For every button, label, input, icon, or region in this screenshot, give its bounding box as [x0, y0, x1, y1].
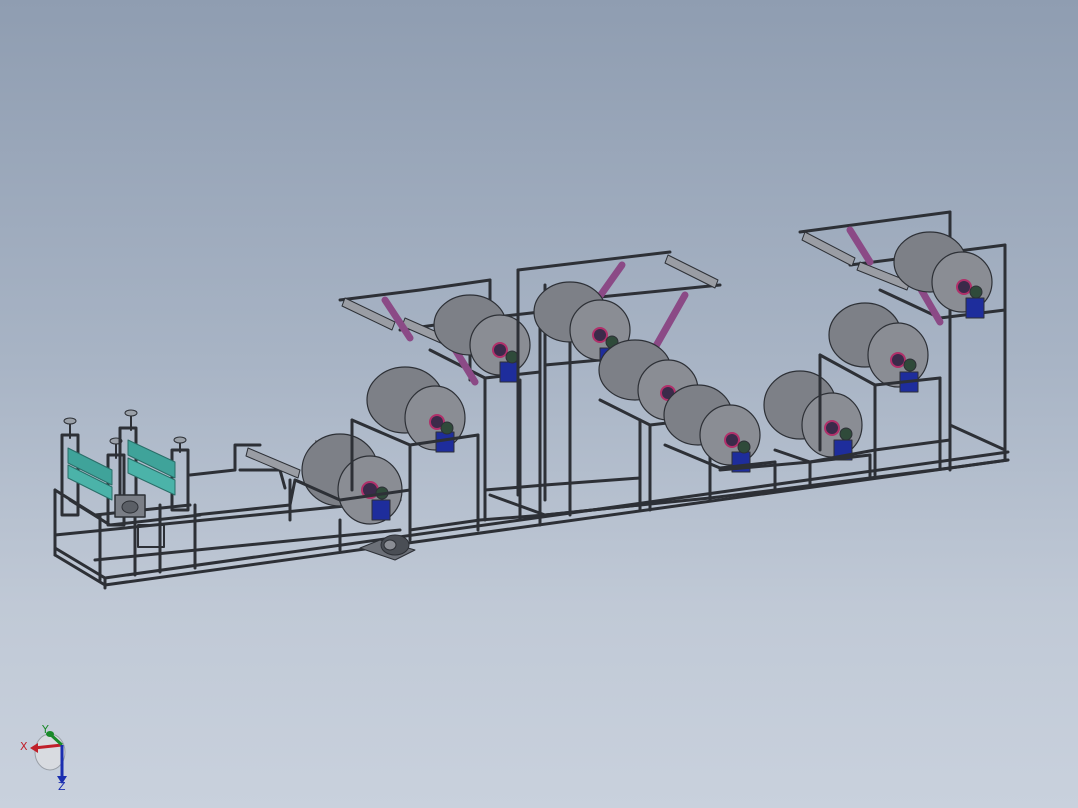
drive-motor: [359, 534, 416, 561]
x-axis-label: X: [20, 740, 28, 753]
idler-roller: [245, 447, 301, 479]
feed-roller-1: [67, 447, 113, 501]
coordinate-triad[interactable]: X Y Z: [20, 723, 67, 793]
tension-roller-2: [664, 254, 719, 289]
z-axis-label: Z: [58, 780, 66, 793]
coating-machine-model[interactable]: [53, 210, 1010, 590]
x-axis-arrowhead: [30, 743, 38, 753]
base-frame: [53, 450, 1010, 590]
3d-viewport[interactable]: X Y Z: [0, 0, 1078, 808]
y-axis-label: Y: [41, 723, 49, 736]
